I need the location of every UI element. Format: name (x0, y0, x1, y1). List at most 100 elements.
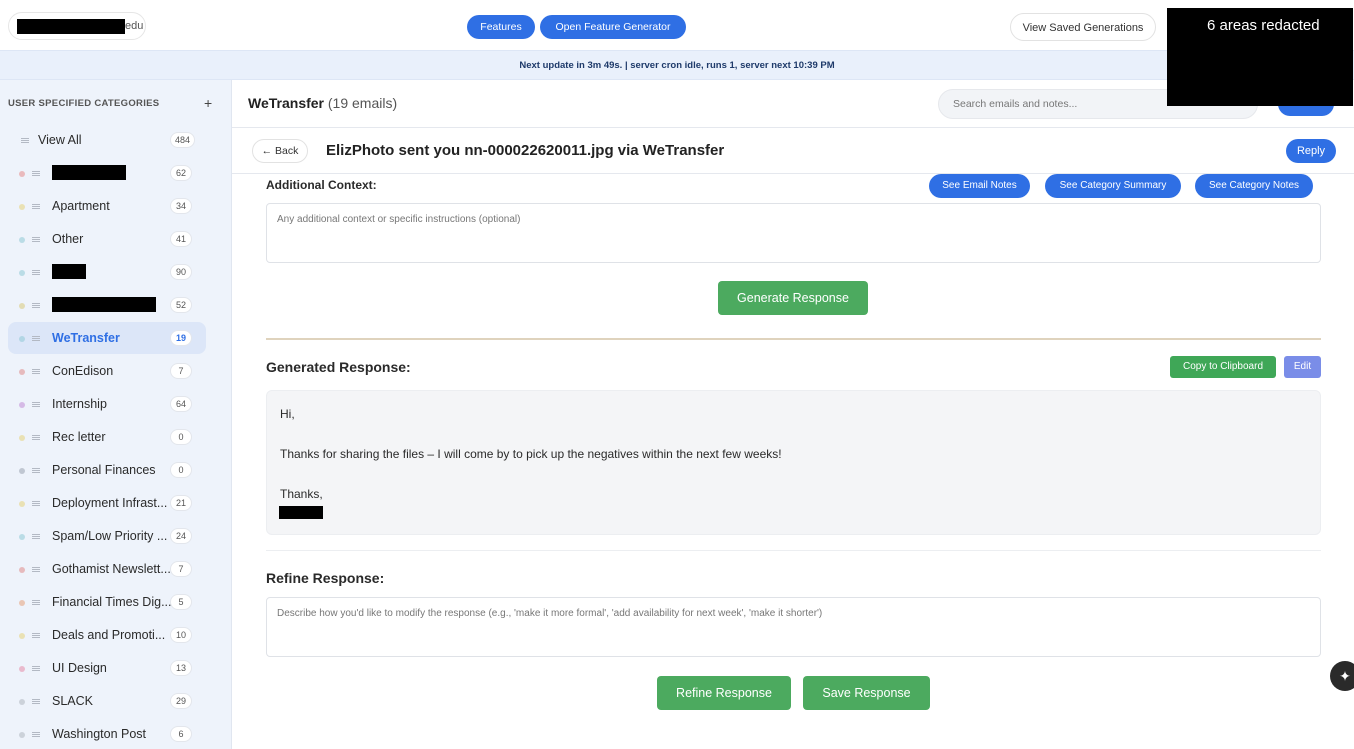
drag-handle-icon[interactable] (32, 567, 40, 572)
drag-handle-icon[interactable] (32, 699, 40, 704)
copy-to-clipboard-button[interactable]: Copy to Clipboard (1170, 356, 1276, 378)
drag-handle-icon[interactable] (32, 270, 40, 275)
sidebar-item-label: SLACK (52, 694, 93, 708)
drag-handle-icon[interactable] (32, 171, 40, 176)
sidebar-item-apartment[interactable]: Apartment 34 (8, 190, 206, 222)
sidebar-item-label: WeTransfer (52, 331, 120, 345)
sidebar-item-count: 0 (170, 462, 192, 478)
sidebar-item-label: Apartment (52, 199, 110, 213)
sidebar-item-label: ConEdison (52, 364, 114, 378)
account-suffix: edu (125, 20, 144, 32)
response-body: Thanks for sharing the files – I will co… (280, 447, 782, 461)
redacted-signature (279, 506, 323, 519)
category-color-dot (19, 171, 25, 177)
category-sidebar: USER SPECIFIED CATEGORIES + View All 484… (0, 80, 232, 749)
sidebar-item-count: 52 (170, 297, 192, 313)
drag-handle-icon[interactable] (32, 336, 40, 341)
drag-handle-icon[interactable] (21, 138, 29, 143)
redacted-label (52, 165, 126, 180)
sidebar-item-redacted-1[interactable]: 62 (8, 157, 206, 189)
category-color-dot (19, 732, 25, 738)
category-color-dot (19, 402, 25, 408)
sidebar-item-spam-low-priority[interactable]: Spam/Low Priority ... 24 (8, 520, 206, 552)
save-response-button[interactable]: Save Response (803, 676, 930, 710)
section-divider (266, 550, 1321, 551)
assistant-sparkle-icon[interactable]: ✦ (1330, 661, 1354, 691)
sidebar-item-internship[interactable]: Internship 64 (8, 388, 206, 420)
drag-handle-icon[interactable] (32, 204, 40, 209)
sidebar-item-label: Personal Finances (52, 463, 156, 477)
features-button[interactable]: Features (467, 15, 535, 39)
drag-handle-icon[interactable] (32, 435, 40, 440)
sidebar-item-count: 19 (170, 330, 192, 346)
sidebar-item-redacted-2[interactable]: 90 (8, 256, 206, 288)
drag-handle-icon[interactable] (32, 732, 40, 737)
generated-response-box[interactable]: Hi, Thanks for sharing the files – I wil… (266, 390, 1321, 535)
drag-handle-icon[interactable] (32, 468, 40, 473)
drag-handle-icon[interactable] (32, 402, 40, 407)
sidebar-item-ui-design[interactable]: UI Design 13 (8, 652, 206, 684)
category-color-dot (19, 633, 25, 639)
drag-handle-icon[interactable] (32, 501, 40, 506)
drag-handle-icon[interactable] (32, 237, 40, 242)
sidebar-item-financial-times[interactable]: Financial Times Dig... 5 (8, 586, 206, 618)
edit-button[interactable]: Edit (1284, 356, 1321, 378)
category-color-dot (19, 369, 25, 375)
view-saved-generations-button[interactable]: View Saved Generations (1010, 13, 1156, 41)
sidebar-item-count: 29 (170, 693, 192, 709)
category-color-dot (19, 666, 25, 672)
sidebar-item-redacted-3[interactable]: 52 (8, 289, 206, 321)
generate-response-button[interactable]: Generate Response (718, 281, 868, 315)
additional-context-label: Additional Context: (266, 178, 377, 192)
back-button[interactable]: ← Back (252, 139, 308, 163)
drag-handle-icon[interactable] (32, 369, 40, 374)
open-feature-generator-button[interactable]: Open Feature Generator (540, 15, 686, 39)
sidebar-item-label: Financial Times Dig... (52, 595, 172, 609)
add-category-button[interactable]: + (204, 95, 212, 111)
drag-handle-icon[interactable] (32, 666, 40, 671)
refine-response-button[interactable]: Refine Response (657, 676, 791, 710)
sidebar-heading: USER SPECIFIED CATEGORIES (8, 98, 160, 109)
sidebar-item-washington-post[interactable]: Washington Post 6 (8, 718, 206, 749)
sidebar-item-label: Deals and Promoti... (52, 628, 166, 642)
redaction-note: 6 areas redacted (1207, 17, 1320, 34)
see-category-notes-button[interactable]: See Category Notes (1195, 174, 1313, 198)
section-divider (266, 338, 1321, 340)
category-color-dot (19, 468, 25, 474)
sidebar-item-other[interactable]: Other 41 (8, 223, 206, 255)
sidebar-item-count: 41 (170, 231, 192, 247)
account-badge[interactable]: edu (8, 12, 146, 40)
additional-context-input[interactable]: Any additional context or specific instr… (266, 203, 1321, 263)
sidebar-item-label: Other (52, 232, 84, 246)
sidebar-item-wetransfer[interactable]: WeTransfer 19 (8, 322, 206, 354)
drag-handle-icon[interactable] (32, 303, 40, 308)
sidebar-item-deployment-infrastructure[interactable]: Deployment Infrast... 21 (8, 487, 206, 519)
redacted-account-name (17, 19, 125, 34)
sidebar-item-gothamist[interactable]: Gothamist Newslett... 7 (8, 553, 206, 585)
sidebar-item-label: Rec letter (52, 430, 106, 444)
sidebar-item-conedison[interactable]: ConEdison 7 (8, 355, 206, 387)
sidebar-item-rec-letter[interactable]: Rec letter 0 (8, 421, 206, 453)
refine-instructions-input[interactable]: Describe how you'd like to modify the re… (266, 597, 1321, 657)
sidebar-item-count: 64 (170, 396, 192, 412)
drag-handle-icon[interactable] (32, 633, 40, 638)
email-subject: ElizPhoto sent you nn-000022620011.jpg v… (326, 142, 725, 159)
sidebar-item-deals-promotions[interactable]: Deals and Promoti... 10 (8, 619, 206, 651)
sidebar-item-label: View All (38, 133, 82, 147)
see-category-summary-button[interactable]: See Category Summary (1045, 174, 1181, 198)
sidebar-item-label: Internship (52, 397, 107, 411)
sidebar-item-personal-finances[interactable]: Personal Finances 0 (8, 454, 206, 486)
drag-handle-icon[interactable] (32, 600, 40, 605)
generated-response-label: Generated Response: (266, 359, 411, 375)
reply-button[interactable]: Reply (1286, 139, 1336, 163)
category-email-count: (19 emails) (327, 95, 398, 111)
sidebar-item-view-all[interactable]: View All 484 (8, 124, 206, 156)
sidebar-item-count: 484 (170, 132, 196, 148)
sidebar-item-count: 90 (170, 264, 192, 280)
drag-handle-icon[interactable] (32, 534, 40, 539)
see-email-notes-button[interactable]: See Email Notes (929, 174, 1030, 198)
sidebar-item-slack[interactable]: SLACK 29 (8, 685, 206, 717)
category-color-dot (19, 270, 25, 276)
sidebar-item-label: Spam/Low Priority ... (52, 529, 168, 543)
category-color-dot (19, 204, 25, 210)
